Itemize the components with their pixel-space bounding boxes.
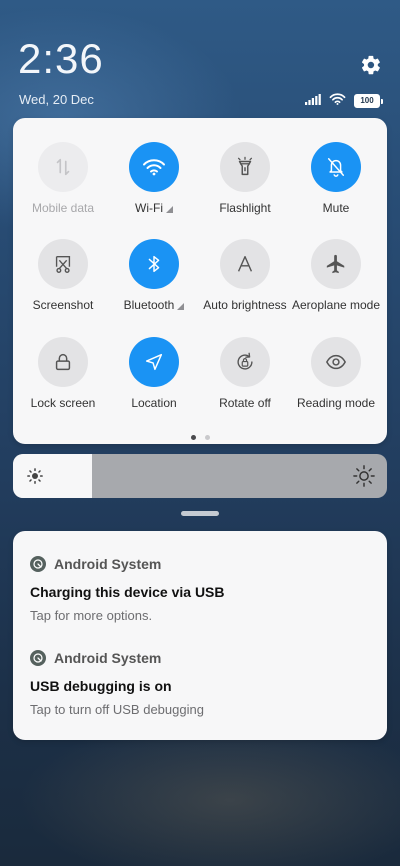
tile-mute[interactable]: Mute bbox=[288, 142, 384, 215]
battery-icon: 100 bbox=[354, 94, 383, 108]
page-indicator bbox=[13, 435, 387, 440]
page-dot-active bbox=[190, 435, 196, 440]
notification-usb-debugging[interactable]: Android System USB debugging is on Tap t… bbox=[30, 650, 370, 717]
page-dot[interactable] bbox=[204, 435, 210, 440]
signal-icon bbox=[305, 92, 321, 110]
flashlight-icon bbox=[220, 142, 270, 192]
tile-auto-brightness[interactable]: Auto brightness bbox=[197, 239, 293, 312]
tile-label: Lock screen bbox=[30, 396, 96, 410]
mobile-data-icon bbox=[38, 142, 88, 192]
brightness-low-icon bbox=[26, 467, 44, 490]
wifi-icon bbox=[329, 92, 346, 110]
expand-arrow-icon bbox=[165, 205, 173, 213]
notification-app-name: Android System bbox=[54, 650, 162, 666]
status-icons: 100 bbox=[305, 92, 383, 110]
notification-title: Charging this device via USB bbox=[30, 584, 225, 600]
lock-icon bbox=[38, 337, 88, 387]
brightness-fill bbox=[13, 454, 92, 498]
tile-wifi[interactable]: Wi-Fi bbox=[106, 142, 202, 215]
tile-label: Location bbox=[131, 396, 177, 410]
bluetooth-icon bbox=[129, 239, 179, 289]
tile-bluetooth[interactable]: Bluetooth bbox=[106, 239, 202, 312]
notification-app-name: Android System bbox=[54, 556, 162, 572]
wifi-icon bbox=[129, 142, 179, 192]
tile-label: Mobile data bbox=[31, 201, 95, 215]
tile-label: Screenshot bbox=[32, 298, 94, 312]
eye-icon bbox=[311, 337, 361, 387]
tile-label: Bluetooth bbox=[123, 298, 175, 312]
clock: 2:36 bbox=[18, 35, 104, 82]
tile-label: Flashlight bbox=[219, 201, 271, 215]
tile-rotate-off[interactable]: Rotate off bbox=[197, 337, 293, 410]
tile-label: Mute bbox=[322, 201, 350, 215]
android-system-icon bbox=[30, 556, 46, 572]
brightness-slider[interactable] bbox=[13, 454, 387, 498]
tile-label: Auto brightness bbox=[203, 298, 287, 312]
auto-brightness-icon bbox=[220, 239, 270, 289]
screenshot-icon bbox=[38, 239, 88, 289]
rotate-lock-icon bbox=[220, 337, 270, 387]
battery-level: 100 bbox=[354, 94, 380, 108]
tile-label: Reading mode bbox=[296, 396, 376, 410]
location-icon bbox=[129, 337, 179, 387]
tile-label: Wi-Fi bbox=[135, 201, 163, 215]
android-system-icon bbox=[30, 650, 46, 666]
tile-label: Rotate off bbox=[219, 396, 271, 410]
tile-flashlight[interactable]: Flashlight bbox=[197, 142, 293, 215]
brightness-high-icon bbox=[353, 465, 375, 492]
bell-off-icon bbox=[311, 142, 361, 192]
tile-screenshot[interactable]: Screenshot bbox=[15, 239, 111, 312]
notification-usb-charging[interactable]: Android System Charging this device via … bbox=[30, 556, 370, 623]
tile-reading-mode[interactable]: Reading mode bbox=[288, 337, 384, 410]
tile-lock-screen[interactable]: Lock screen bbox=[15, 337, 111, 410]
tile-label: Aeroplane mode bbox=[291, 298, 381, 312]
date: Wed, 20 Dec bbox=[19, 92, 94, 107]
drag-handle[interactable] bbox=[181, 511, 219, 516]
tile-mobile-data[interactable]: Mobile data bbox=[15, 142, 111, 215]
expand-arrow-icon bbox=[177, 302, 185, 310]
quick-settings-panel: Mobile data Wi-Fi Flashlight Mute Screen… bbox=[13, 118, 387, 444]
notification-title: USB debugging is on bbox=[30, 678, 172, 694]
settings-gear-icon[interactable] bbox=[360, 54, 382, 76]
tile-location[interactable]: Location bbox=[106, 337, 202, 410]
airplane-icon bbox=[311, 239, 361, 289]
notifications-panel: Android System Charging this device via … bbox=[13, 531, 387, 740]
notification-text: Tap to turn off USB debugging bbox=[30, 702, 204, 717]
tile-aeroplane-mode[interactable]: Aeroplane mode bbox=[288, 239, 384, 312]
notification-text: Tap for more options. bbox=[30, 608, 153, 623]
